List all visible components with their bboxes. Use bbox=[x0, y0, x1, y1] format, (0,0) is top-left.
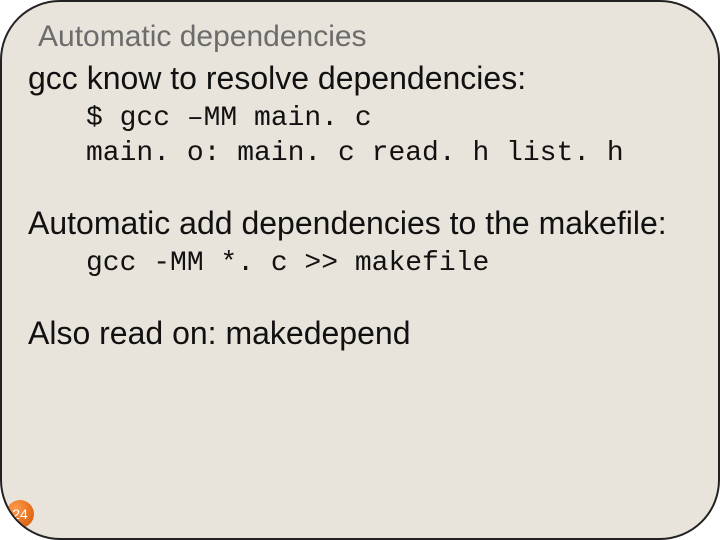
text-makedepend: Also read on: makedepend bbox=[28, 315, 692, 352]
text-auto-add: Automatic add dependencies to the makefi… bbox=[28, 205, 692, 242]
spacer bbox=[28, 179, 692, 199]
slide-frame: Automatic dependencies gcc know to resol… bbox=[0, 0, 720, 540]
code-block-2: gcc -MM *. c >> makefile bbox=[86, 246, 692, 281]
spacer bbox=[28, 289, 692, 309]
text-gcc-resolve: gcc know to resolve dependencies: bbox=[28, 60, 692, 97]
code-block-1: $ gcc –MM main. c main. o: main. c read.… bbox=[86, 101, 692, 171]
slide-title: Automatic dependencies bbox=[38, 20, 692, 54]
page-number-badge: 24 bbox=[6, 500, 34, 528]
